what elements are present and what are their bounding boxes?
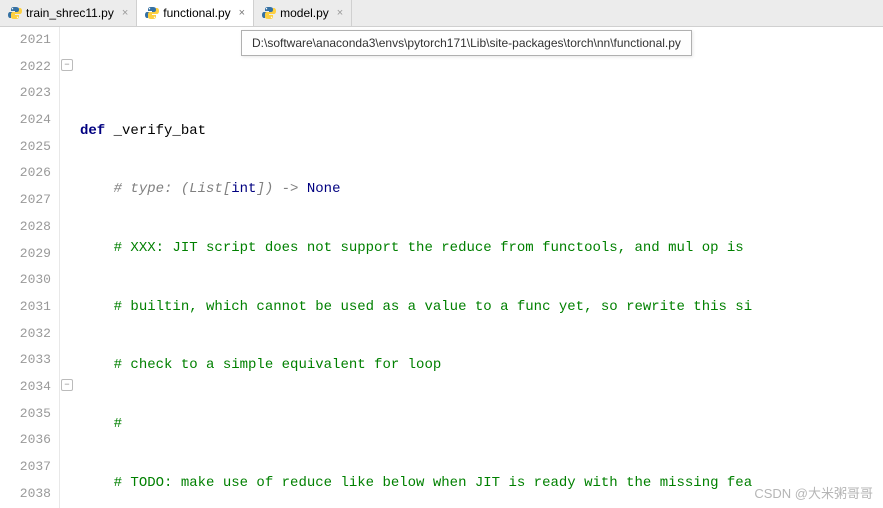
code-line: # check to a simple equivalent for loop (80, 352, 883, 379)
tab-model[interactable]: model.py × (254, 0, 352, 26)
line-number: 2029 (0, 241, 51, 268)
tab-label: functional.py (163, 6, 230, 20)
line-number: 2033 (0, 347, 51, 374)
fold-toggle-icon[interactable]: − (61, 59, 73, 71)
line-number: 2023 (0, 80, 51, 107)
python-icon (262, 6, 276, 20)
line-number: 2021 (0, 27, 51, 54)
comment-text: ]) -> (256, 181, 306, 197)
fold-toggle-icon[interactable]: − (61, 379, 73, 391)
comment-text: # TODO: make use of reduce like below wh… (114, 475, 753, 491)
keyword-def: def (80, 123, 105, 139)
code-area[interactable]: def _verify_bat # type: (List[int]) -> N… (76, 27, 883, 508)
line-number: 2037 (0, 454, 51, 481)
comment-text: # type: (List[ (114, 181, 232, 197)
line-number: 2030 (0, 267, 51, 294)
comment-text: # (114, 416, 122, 432)
code-line: def _verify_bat (80, 118, 883, 145)
file-path-tooltip: D:\software\anaconda3\envs\pytorch171\Li… (241, 30, 692, 56)
close-icon[interactable]: × (337, 7, 343, 19)
python-icon (145, 6, 159, 20)
tab-functional[interactable]: functional.py × (137, 0, 254, 26)
comment-text: # check to a simple equivalent for loop (114, 357, 442, 373)
line-number-gutter: 2021202220232024202520262027202820292030… (0, 27, 60, 508)
line-number: 2022 (0, 54, 51, 81)
python-icon (8, 6, 22, 20)
tab-label: model.py (280, 6, 329, 20)
code-editor[interactable]: 2021202220232024202520262027202820292030… (0, 27, 883, 508)
function-name: _verify_bat (105, 123, 206, 139)
tab-train-shrec11[interactable]: train_shrec11.py × (0, 0, 137, 26)
code-line: # type: (List[int]) -> None (80, 176, 883, 203)
line-number: 2034 (0, 374, 51, 401)
builtin-type: None (307, 181, 341, 197)
tab-label: train_shrec11.py (26, 6, 114, 20)
line-number: 2024 (0, 107, 51, 134)
code-line (80, 59, 883, 86)
line-number: 2028 (0, 214, 51, 241)
line-number: 2025 (0, 134, 51, 161)
watermark-text: CSDN @大米粥哥哥 (754, 483, 873, 502)
code-line: # XXX: JIT script does not support the r… (80, 235, 883, 262)
comment-text: # XXX: JIT script does not support the r… (114, 240, 753, 256)
line-number: 2027 (0, 187, 51, 214)
code-line: # builtin, which cannot be used as a val… (80, 294, 883, 321)
line-number: 2035 (0, 401, 51, 428)
tab-bar: train_shrec11.py × functional.py × model… (0, 0, 883, 27)
line-number: 2026 (0, 160, 51, 187)
close-icon[interactable]: × (239, 7, 245, 19)
close-icon[interactable]: × (122, 7, 128, 19)
code-line: # (80, 411, 883, 438)
line-number: 2038 (0, 481, 51, 508)
line-number: 2032 (0, 321, 51, 348)
builtin-type: int (231, 181, 256, 197)
line-number: 2036 (0, 427, 51, 454)
fold-column: − − (60, 27, 76, 508)
line-number: 2031 (0, 294, 51, 321)
comment-text: # builtin, which cannot be used as a val… (114, 299, 753, 315)
